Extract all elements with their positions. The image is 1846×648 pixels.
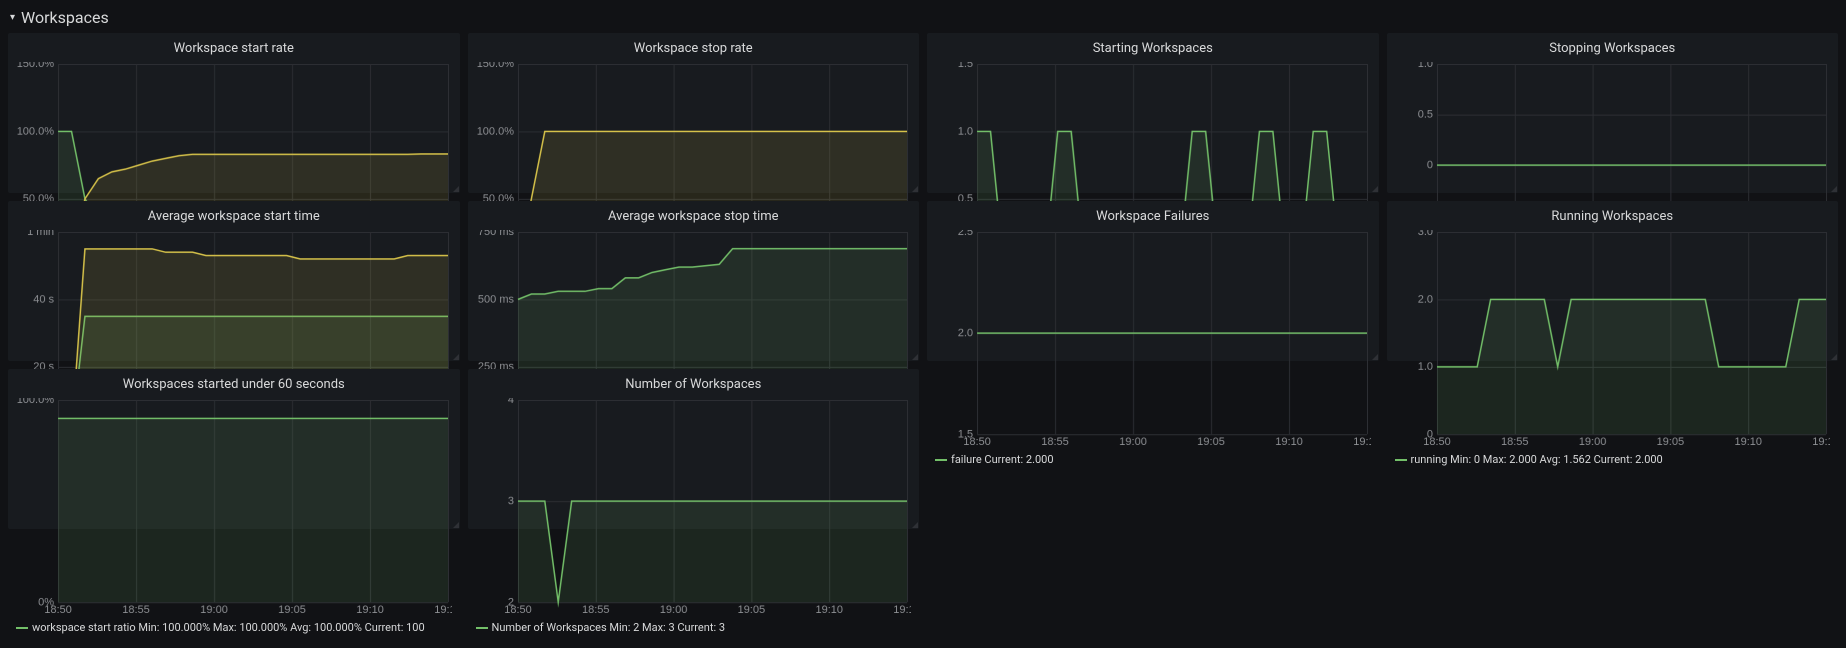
panel-grid: Workspace start ratefail Min: 16.667% Ma… — [8, 33, 1838, 529]
panel-title: Workspaces started under 60 seconds — [16, 375, 452, 398]
resize-handle-icon[interactable] — [1829, 184, 1837, 192]
panel-title: Workspace start rate — [16, 39, 452, 62]
legend-text: running Min: 0 Max: 2.000 Avg: 1.562 Cur… — [1411, 453, 1663, 466]
panel-p8[interactable]: Workspaces started under 60 secondsworks… — [8, 369, 460, 529]
resize-handle-icon[interactable] — [910, 520, 918, 528]
legend-swatch-icon — [476, 627, 488, 629]
legend-swatch-icon — [16, 627, 28, 629]
legend-text: Number of Workspaces Min: 2 Max: 3 Curre… — [492, 621, 726, 634]
resize-handle-icon[interactable] — [1370, 184, 1378, 192]
chevron-down-icon: ▾ — [10, 12, 15, 23]
legend: workspace start ratio Min: 100.000% Max:… — [16, 616, 452, 648]
panel-title: Number of Workspaces — [476, 375, 912, 398]
panel-p1[interactable]: Workspace stop ratefail Min: 0% Max: 0% … — [468, 33, 920, 193]
legend-swatch-icon — [1395, 459, 1407, 461]
legend: failure Current: 2.000 — [935, 448, 1371, 480]
panel-p0[interactable]: Workspace start ratefail Min: 16.667% Ma… — [8, 33, 460, 193]
resize-handle-icon[interactable] — [1370, 352, 1378, 360]
panel-p9[interactable]: Number of WorkspacesNumber of Workspaces… — [468, 369, 920, 529]
chart[interactable] — [935, 230, 1371, 448]
legend-text: failure Current: 2.000 — [951, 453, 1054, 466]
legend-item[interactable]: Number of Workspaces Min: 2 Max: 3 Curre… — [476, 620, 912, 636]
dashboard: ▾ Workspaces Workspace start ratefail Mi… — [0, 0, 1846, 644]
legend: running Min: 0 Max: 2.000 Avg: 1.562 Cur… — [1395, 448, 1831, 480]
legend-item[interactable]: running Min: 0 Max: 2.000 Avg: 1.562 Cur… — [1395, 452, 1831, 468]
legend: Number of Workspaces Min: 2 Max: 3 Curre… — [476, 616, 912, 648]
resize-handle-icon[interactable] — [451, 352, 459, 360]
panel-title: Running Workspaces — [1395, 207, 1831, 230]
resize-handle-icon[interactable] — [910, 184, 918, 192]
legend-item[interactable]: workspace start ratio Min: 100.000% Max:… — [16, 620, 452, 636]
panel-title: Starting Workspaces — [935, 39, 1371, 62]
resize-handle-icon[interactable] — [1829, 352, 1837, 360]
resize-handle-icon[interactable] — [451, 520, 459, 528]
panel-title: Workspace stop rate — [476, 39, 912, 62]
panel-title: Workspace Failures — [935, 207, 1371, 230]
chart[interactable] — [476, 398, 912, 616]
resize-handle-icon[interactable] — [451, 184, 459, 192]
chart[interactable] — [1395, 230, 1831, 448]
panel-p2[interactable]: Starting Workspacesstarting Min: 0 Max: … — [927, 33, 1379, 193]
panel-p6[interactable]: Workspace Failuresfailure Current: 2.000 — [927, 201, 1379, 361]
legend-swatch-icon — [935, 459, 947, 461]
panel-title: Average workspace stop time — [476, 207, 912, 230]
panel-p4[interactable]: Average workspace start timefail Min: 35… — [8, 201, 460, 361]
row-title: Workspaces — [21, 8, 109, 27]
legend-text: workspace start ratio Min: 100.000% Max:… — [32, 621, 425, 634]
panel-p3[interactable]: Stopping Workspacesrunning Min: 0 Max: 0… — [1387, 33, 1839, 193]
panel-p7[interactable]: Running Workspacesrunning Min: 0 Max: 2.… — [1387, 201, 1839, 361]
chart[interactable] — [16, 398, 452, 616]
panel-title: Stopping Workspaces — [1395, 39, 1831, 62]
row-toggle-workspaces[interactable]: ▾ Workspaces — [8, 4, 1838, 33]
legend-item[interactable]: failure Current: 2.000 — [935, 452, 1371, 468]
resize-handle-icon[interactable] — [910, 352, 918, 360]
panel-title: Average workspace start time — [16, 207, 452, 230]
panel-p5[interactable]: Average workspace stop timesuccess Min: … — [468, 201, 920, 361]
